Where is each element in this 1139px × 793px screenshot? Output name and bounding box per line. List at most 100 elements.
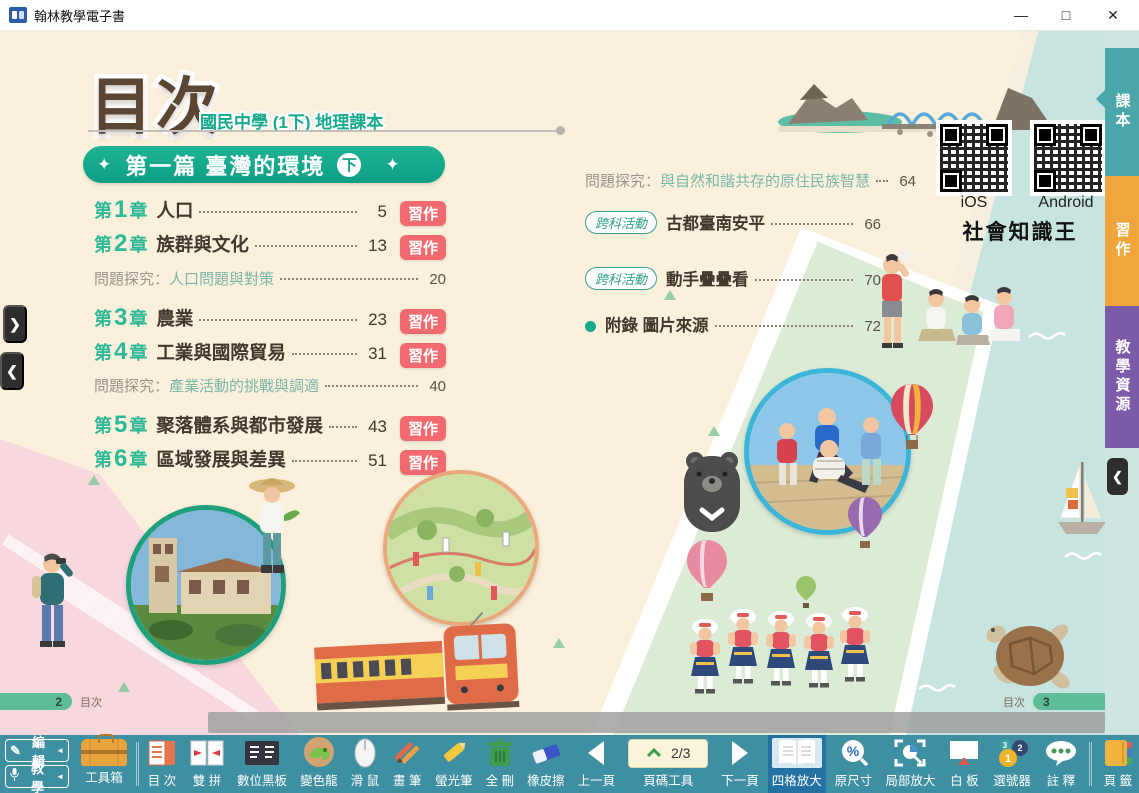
dotted-leader [325,385,418,387]
chapter-title: 族群與文化 [156,231,249,257]
workbook-badge[interactable]: 習作 [400,343,446,368]
workbook-badge[interactable]: 習作 [400,309,446,334]
toolbox-button[interactable]: 工具箱 [76,737,132,786]
page-number-pill: 2 [0,693,72,710]
tree-icon [664,290,676,300]
page-number: 51 [363,451,387,471]
qr-app-name: 社會知識王 [932,216,1105,246]
tool-annotation[interactable]: 註 釋 [1040,735,1082,793]
toc-icon [147,738,177,768]
close-button[interactable]: ✕ [1090,0,1136,30]
prev-page-icon [584,738,608,768]
tabbed-book-icon [1103,738,1133,768]
tool-number-picker[interactable]: 321 選號器 [989,735,1035,793]
toc-row-chapter-5[interactable]: 第5章 聚落體系與都市發展 43 習作 [94,411,446,439]
percent-magnifier-icon: % [839,738,869,768]
chapter-title: 區域發展與差異 [156,446,286,472]
sidebar-collapse-button[interactable]: ❮ [1107,458,1128,495]
window-titlebar: 翰林教學電子書 — □ ✕ [0,0,1139,31]
tool-dual-page[interactable]: 雙 拼 [186,735,228,793]
next-page-icon [728,738,752,768]
minimize-button[interactable]: — [998,0,1044,30]
svg-text:1: 1 [1005,753,1011,765]
sitting-people-illustration [916,285,1020,359]
svg-text:3: 3 [1003,741,1008,750]
tool-original-size[interactable]: % 原尺寸 [831,735,877,793]
toc-row-inquiry-2[interactable]: 問題探究： 產業活動的挑戰與調適 40 [94,375,446,396]
toc-row-chapter-4[interactable]: 第4章 工業與國際貿易 31 習作 [94,338,446,366]
page-marker-left: 2 目次 [0,693,102,710]
tool-toc[interactable]: 目 次 [143,735,181,793]
chevron-up-icon [646,748,662,758]
tool-mouse[interactable]: 滑 鼠 [347,735,383,793]
tool-page-tab[interactable]: 頁 籤 [1099,735,1137,793]
tool-prev-page[interactable]: 上一頁 [574,735,620,793]
dotted-leader [280,278,418,280]
svg-text:%: % [846,743,859,759]
toc-row-chapter-2[interactable]: 第2章 族群與文化 13 習作 [94,230,446,258]
maximize-button[interactable]: □ [1043,0,1089,30]
workbook-badge[interactable]: 習作 [400,235,446,260]
tool-whiteboard[interactable]: 白 板 [944,735,984,793]
dotted-leader [199,319,357,321]
toc-row-activity-2[interactable]: 跨科活動 動手疊疊看 70 [585,266,881,291]
workbook-badge[interactable]: 習作 [400,450,446,475]
tool-chameleon[interactable]: 變色龍 [296,735,342,793]
dotted-leader [771,223,853,225]
dual-page-icon [190,738,224,768]
tab-textbook[interactable]: 課本 [1105,48,1139,176]
page-number-box[interactable]: 2/3 [628,739,708,768]
star-icon: ✦ [97,155,111,175]
tool-digital-blackboard[interactable]: 數位黑板 [233,735,291,793]
bottom-toolbar: ✎ 編 輯 ◄ 教 學 ◄ 工具箱 目 次 雙 拼 [0,735,1139,793]
sea-turtle-illustration [976,608,1074,704]
dotted-leader [755,279,853,281]
tool-next-page[interactable]: 下一頁 [717,735,763,793]
left-panel-collapse-button[interactable]: ❮ [0,352,24,390]
hiker-illustration [20,548,80,666]
workbook-badge[interactable]: 習作 [400,416,446,441]
toc-row-chapter-6[interactable]: 第6章 區域發展與差異 51 習作 [94,445,446,473]
toc-row-activity-1[interactable]: 跨科活動 古都臺南安平 66 [585,210,881,235]
eraser-icon [530,738,562,768]
page-number: 40 [424,378,446,395]
dotted-leader [199,211,357,213]
tree-icon [553,638,565,648]
dotted-leader [876,180,888,182]
tool-partial-zoom[interactable]: 局部放大 [881,735,939,793]
dotted-leader [255,245,357,247]
whiteboard-icon [948,738,980,768]
section-banner-text: 第一篇 臺灣的環境 [125,149,325,181]
toc-row-appendix[interactable]: 附錄 圖片來源 72 [585,312,881,336]
tool-delete-all[interactable]: 全 刪 [482,735,518,793]
chapter-title: 聚落體系與都市發展 [156,412,323,438]
left-arrow-icon: ◄ [56,746,64,755]
chameleon-icon [303,736,335,768]
workbook-badge[interactable]: 習作 [400,201,446,226]
teach-mode-button[interactable]: 教 學 ◄ [5,765,69,788]
ebook-app-window: 翰林教學電子書 — □ ✕ [0,0,1139,793]
cross-subject-tag: 跨科活動 [585,211,657,234]
toolbar-tools: 目 次 雙 拼 數位黑板 變色龍 滑 鼠 畫 筆 [143,735,1137,793]
tool-highlighter[interactable]: 螢光筆 [431,735,477,793]
tool-page-number[interactable]: 2/3 頁碼工具 [624,735,712,793]
toc-row-inquiry-1[interactable]: 問題探究： 人口問題與對策 20 [94,268,446,289]
tab-teaching-resources[interactable]: 教學資源 [1105,306,1139,448]
tab-workbook[interactable]: 習作 [1105,176,1139,306]
train-illustration [312,607,529,722]
toc-row-chapter-1[interactable]: 第1章 人口 5 習作 [94,196,446,224]
dotted-leader [715,325,853,327]
tool-four-grid-zoom[interactable]: 四格放大 [768,735,826,793]
toc-row-inquiry-3[interactable]: 問題探究： 與自然和諧共存的原住民族智慧 64 [585,170,881,191]
toc-row-chapter-3[interactable]: 第3章 農業 23 習作 [94,304,446,332]
toolbar-divider [136,742,139,786]
tool-eraser[interactable]: 橡皮擦 [523,735,569,793]
page-number: 31 [363,344,387,364]
toolbar-divider [1089,742,1092,786]
microphone-icon [10,768,19,785]
left-panel-expand-button[interactable]: ❯ [3,305,27,343]
tree-icon [708,426,720,436]
tree-icon [118,682,130,692]
page-number: 64 [894,173,916,190]
tool-pen[interactable]: 畫 筆 [388,735,426,793]
